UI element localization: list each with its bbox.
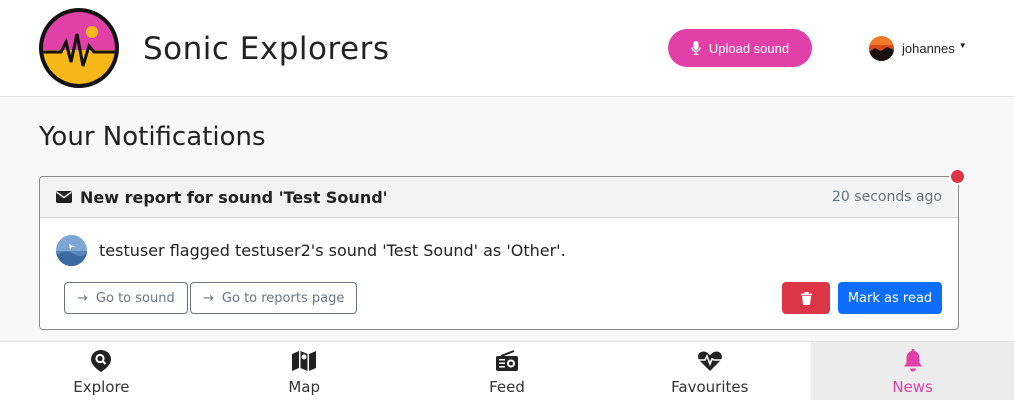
app-logo[interactable] — [39, 8, 119, 88]
arrow-right-icon: → — [203, 290, 214, 306]
go-to-sound-label: Go to sound — [95, 290, 175, 306]
app-header: Sonic Explorers Upload sound johannes ▼ — [0, 0, 1014, 97]
notification-title: New report for sound 'Test Sound' — [80, 187, 388, 207]
radio-icon — [495, 350, 518, 371]
notification-time: 20 seconds ago — [832, 189, 942, 205]
user-menu[interactable]: johannes ▼ — [869, 36, 967, 61]
delete-button[interactable] — [782, 282, 830, 314]
upload-sound-label: Upload sound — [708, 40, 790, 56]
tab-news[interactable]: News — [811, 342, 1014, 400]
heart-pulse-icon — [697, 351, 722, 371]
username: johannes — [902, 41, 955, 56]
tab-favourites[interactable]: Favourites — [608, 342, 811, 400]
unread-indicator — [949, 168, 966, 185]
tab-explore-label: Explore — [73, 378, 130, 396]
tab-feed[interactable]: Feed — [406, 342, 609, 400]
microphone-icon — [691, 41, 701, 55]
tab-map[interactable]: Map — [203, 342, 406, 400]
upload-sound-button[interactable]: Upload sound — [668, 29, 812, 67]
bell-icon — [903, 349, 922, 372]
reporter-avatar — [56, 235, 87, 266]
tab-explore[interactable]: Explore — [0, 342, 203, 400]
trash-icon — [800, 291, 812, 305]
location-search-icon — [91, 350, 112, 372]
tab-favourites-label: Favourites — [671, 378, 749, 396]
map-icon — [292, 351, 317, 371]
page-title: Your Notifications — [39, 122, 266, 152]
notification-message: testuser flagged testuser2's sound 'Test… — [99, 241, 566, 260]
arrow-right-icon: → — [77, 290, 88, 306]
bottom-nav: Explore Map Feed Favourites News — [0, 341, 1014, 400]
tab-feed-label: Feed — [489, 378, 525, 396]
tab-map-label: Map — [288, 378, 321, 396]
tab-news-label: News — [892, 378, 933, 396]
user-avatar — [869, 36, 894, 61]
chevron-down-icon: ▼ — [958, 41, 967, 50]
go-to-sound-button[interactable]: → Go to sound — [64, 282, 188, 314]
envelope-icon — [56, 191, 72, 203]
notification-card: New report for sound 'Test Sound' 20 sec… — [39, 176, 959, 330]
mark-as-read-button[interactable]: Mark as read — [838, 282, 942, 314]
brand-name[interactable]: Sonic Explorers — [143, 31, 390, 67]
notification-header: New report for sound 'Test Sound' 20 sec… — [40, 177, 958, 218]
go-to-reports-button[interactable]: → Go to reports page — [190, 282, 358, 314]
go-to-reports-label: Go to reports page — [221, 290, 345, 306]
